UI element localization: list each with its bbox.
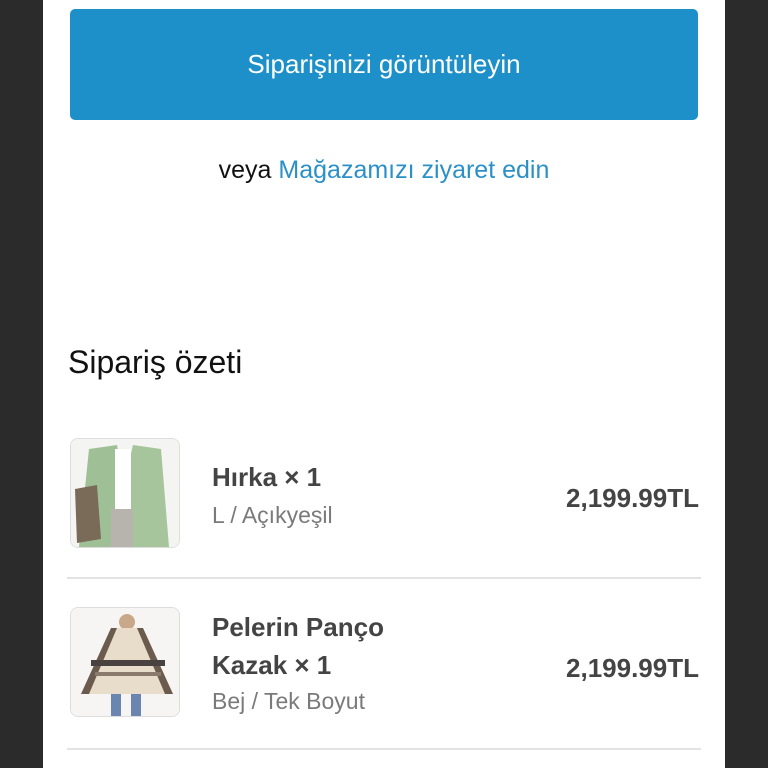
green-cardigan-photo	[70, 438, 180, 548]
item-name: Hırka × 1	[212, 462, 322, 492]
view-order-button[interactable]: Siparişinizi görüntüleyin	[70, 9, 698, 120]
visit-store-link[interactable]: Mağazamızı ziyaret edin	[278, 156, 549, 184]
plaid-poncho-photo	[70, 607, 180, 717]
item-name: Pelerin Panço Kazak × 1	[212, 612, 384, 680]
item-price: 2,199.99TL	[566, 653, 699, 683]
order-line-item: Pelerin Panço Kazak × 1 Bej / Tek Boyut …	[67, 590, 701, 750]
item-variant: L / Açıkyeşil	[212, 502, 333, 528]
alternative-action-line: veya Mağazamızı ziyaret edin	[43, 156, 725, 185]
order-summary-title: Sipariş özeti	[68, 344, 243, 380]
order-line-item: Hırka × 1 L / Açıkyeşil 2,199.99TL	[67, 426, 701, 579]
order-confirmation-card: Siparişinizi görüntüleyin veya Mağazamız…	[43, 0, 725, 768]
item-price: 2,199.99TL	[566, 483, 699, 513]
item-variant: Bej / Tek Boyut	[212, 688, 365, 714]
or-text: veya	[218, 156, 272, 184]
